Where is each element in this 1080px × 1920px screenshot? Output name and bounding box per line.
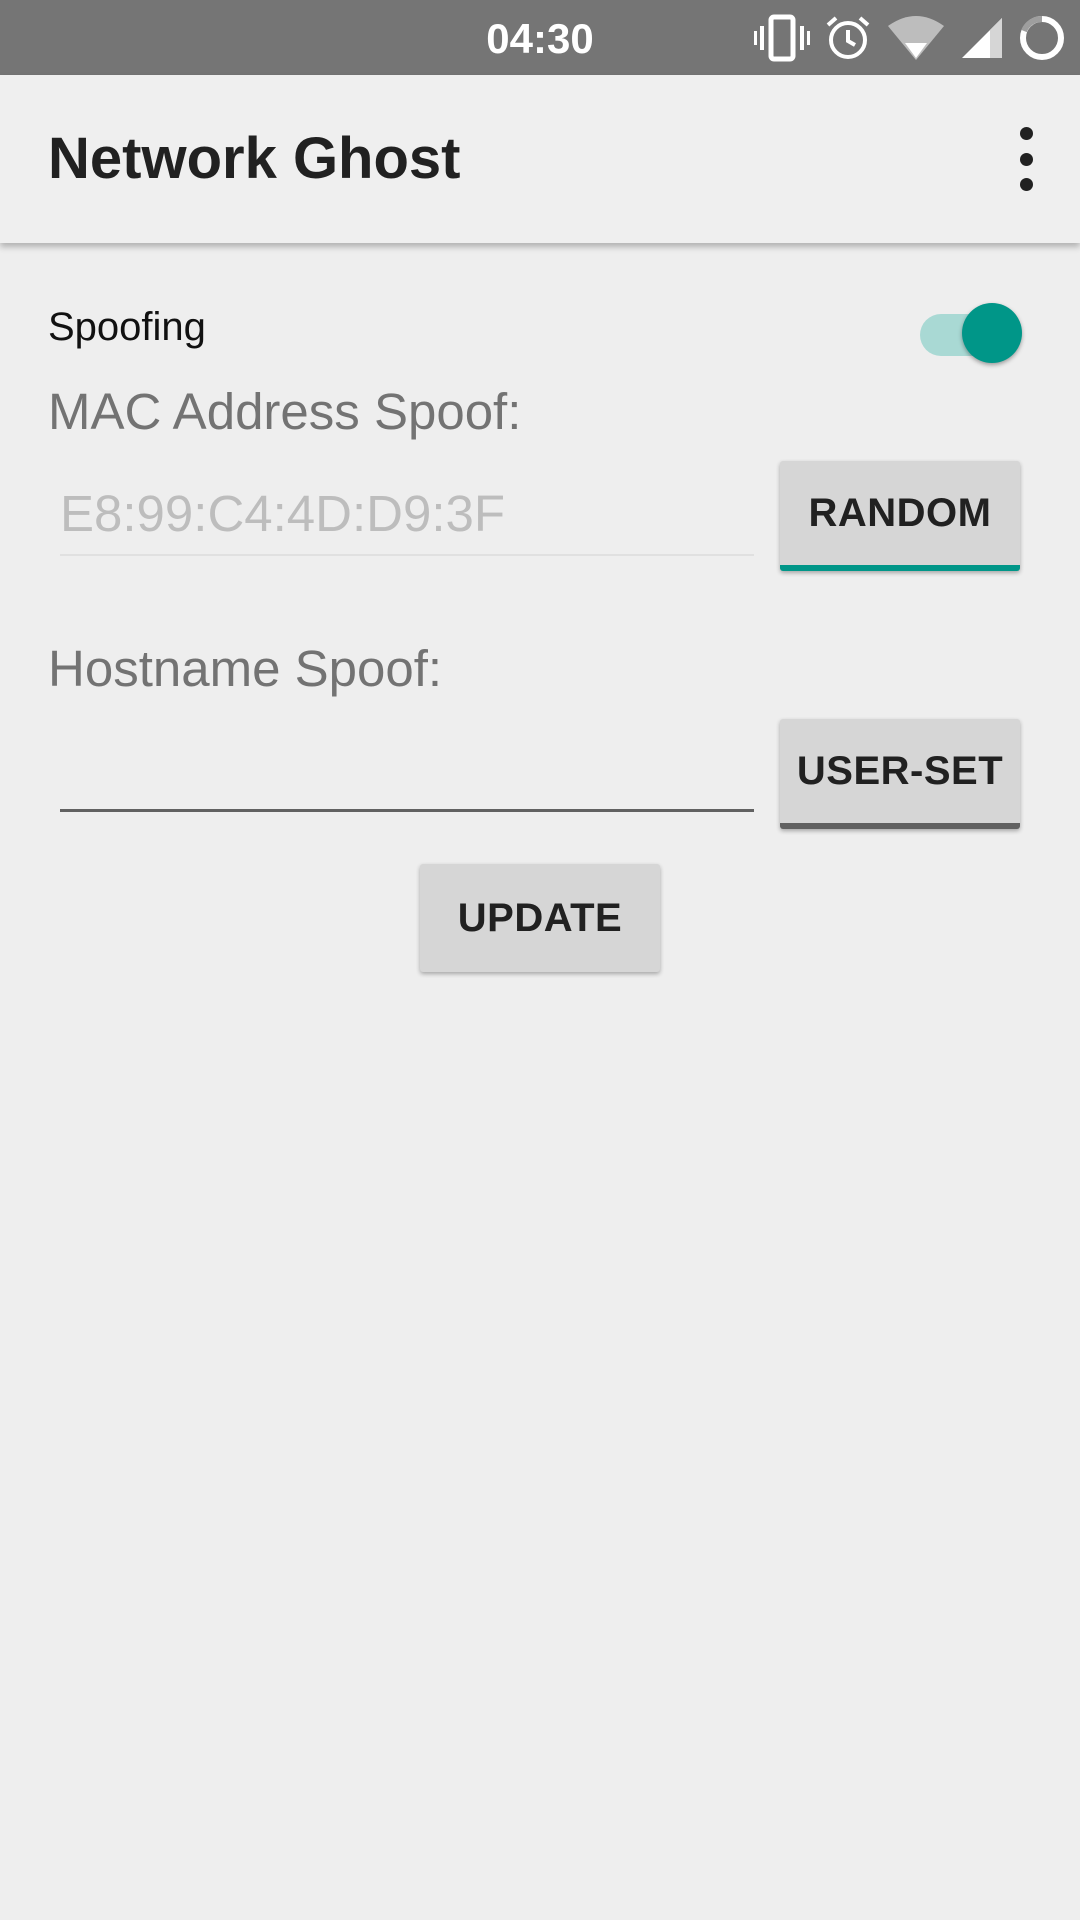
- spoofing-switch[interactable]: [918, 301, 1024, 363]
- alarm-icon: [826, 15, 870, 59]
- cell-signal-icon: [962, 17, 1002, 58]
- random-button[interactable]: RANDOM: [780, 461, 1020, 571]
- user-set-button[interactable]: USER-SET: [780, 719, 1020, 829]
- spoofing-label: Spoofing: [48, 305, 206, 349]
- hostname-input[interactable]: [60, 729, 754, 812]
- vibrate-icon: [754, 14, 810, 61]
- more-vert-icon[interactable]: [1006, 127, 1046, 191]
- hostname-label: Hostname Spoof:: [48, 640, 443, 697]
- mac-address-input[interactable]: E8:99:C4:4D:D9:3F: [60, 474, 754, 556]
- update-button[interactable]: UPDATE: [420, 864, 660, 972]
- sync-circle-icon: [1020, 15, 1064, 60]
- app-title: Network Ghost: [48, 126, 461, 191]
- wifi-icon: [888, 15, 944, 60]
- status-icons: [740, 0, 1066, 75]
- app-bar: Network Ghost: [0, 75, 1080, 243]
- switch-thumb: [962, 303, 1022, 363]
- status-bar: 04:30: [0, 0, 1080, 75]
- mac-address-label: MAC Address Spoof:: [48, 383, 522, 440]
- main-content: Spoofing MAC Address Spoof: E8:99:C4:4D:…: [0, 243, 1080, 1920]
